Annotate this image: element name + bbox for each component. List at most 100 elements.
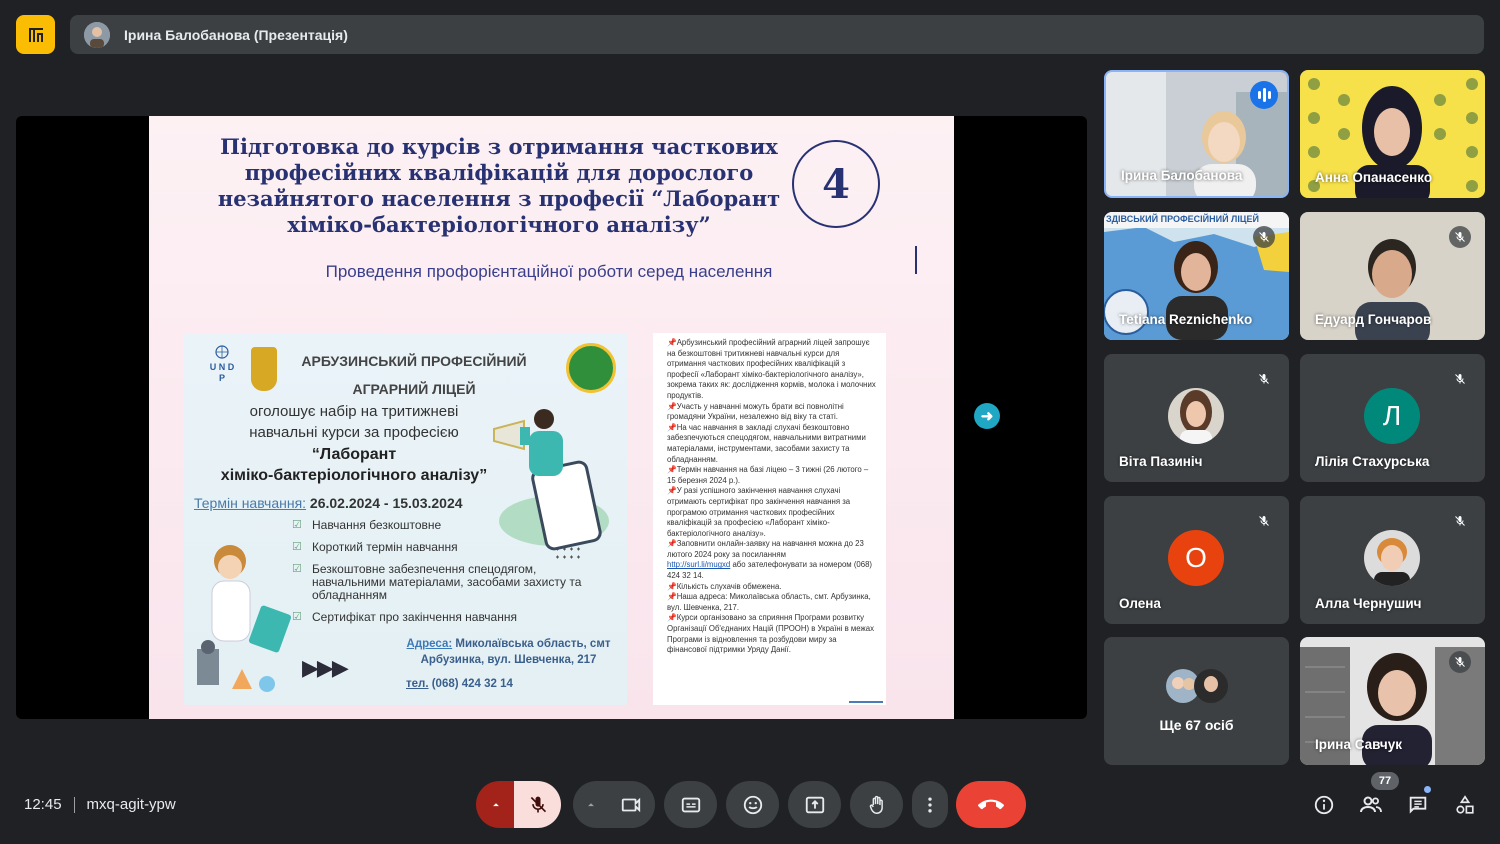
doc-paragraph: 📌На час навчання в закладі слухачі безко…	[667, 422, 866, 464]
slide-number: 4	[792, 140, 880, 228]
more-vert-icon	[928, 797, 932, 812]
arrows-icon: ▶▶▶	[302, 655, 349, 680]
video-options-button[interactable]	[573, 781, 609, 828]
participant-name: Ірина Савчук	[1315, 737, 1403, 752]
participant-avatar	[1193, 669, 1228, 703]
chevron-up-icon	[493, 802, 499, 806]
poster-tel-value: (068) 424 32 14	[428, 678, 513, 690]
pin-layout-button[interactable]	[16, 15, 55, 54]
poster-profession: “Лаборант хіміко-бактеріологічного аналі…	[194, 444, 514, 486]
poster-announce-line1: оголошує набір на тритижневі	[249, 403, 459, 420]
more-options-button[interactable]	[912, 781, 948, 828]
doc-link[interactable]: http://surl.li/mugxd	[667, 560, 730, 569]
participant-name: Ірина Балобанова	[1121, 168, 1243, 183]
mic-off-icon	[1253, 226, 1275, 248]
participant-tile[interactable]: Л Лілія Стахурська	[1300, 354, 1485, 482]
leave-call-button[interactable]	[956, 781, 1026, 828]
poster-tel-label: тел.	[406, 678, 429, 690]
chat-icon	[1409, 796, 1427, 814]
participant-name: Олена	[1119, 596, 1161, 611]
videocam-icon	[621, 797, 641, 812]
activities-icon	[1456, 795, 1474, 814]
participant-tile[interactable]: Ірина Савчук	[1300, 637, 1485, 765]
info-icon	[1314, 795, 1334, 815]
more-participants-label: Ще 67 осіб	[1159, 717, 1234, 733]
denmark-crest-icon	[251, 347, 277, 391]
chat-button[interactable]	[1405, 792, 1431, 818]
school-seal-icon	[566, 343, 616, 393]
slide-subtitle: Проведення профорієнтаційної роботи сере…	[325, 262, 773, 281]
meeting-details-button[interactable]	[1311, 792, 1337, 818]
chevron-up-icon	[588, 802, 594, 806]
doc-paragraph: 📌Курси організовано за сприяння Програми…	[667, 613, 874, 655]
doc-paragraph: 📌У разі успішного закінчення навчання сл…	[667, 486, 851, 538]
announcement-poster: U N D P АРБУЗИНСЬКИЙ ПРОФЕСІЙНИЙ АГРАРНИ…	[184, 333, 627, 705]
presentation-title-bar[interactable]: Ірина Балобанова (Презентація)	[70, 15, 1484, 54]
participant-tile[interactable]: Алла Чернушич	[1300, 496, 1485, 624]
activities-button[interactable]	[1452, 792, 1478, 818]
doc-paragraph: 📌Арбузинський професійний аграрний ліцей…	[667, 338, 876, 400]
raise-hand-button[interactable]	[850, 781, 903, 828]
doc-paragraph-link: http://surl.li/mugxd або зателефонувати …	[667, 560, 876, 581]
poster-school-line2: АГРАРНИЙ ЛІЦЕЙ	[352, 381, 476, 397]
mic-off-icon	[1449, 651, 1471, 673]
reactions-button[interactable]	[726, 781, 779, 828]
poster-school-name: АРБУЗИНСЬКИЙ ПРОФЕСІЙНИЙ АГРАРНИЙ ЛІЦЕЙ	[294, 347, 534, 403]
present-to-all-icon	[805, 796, 824, 813]
people-icon	[1360, 796, 1382, 813]
doc-paragraph: 📌Кількість слухачів обмежена.	[667, 581, 782, 591]
participant-name: Алла Чернушич	[1315, 596, 1422, 611]
participant-tile[interactable]: Анна Опанасенко	[1300, 70, 1485, 198]
participant-tile[interactable]: Ірина Балобанова	[1104, 70, 1289, 198]
meeting-info: 12:45 mxq-agit-ypw	[24, 796, 176, 813]
participant-tile[interactable]: Віта Пазиніч	[1104, 354, 1289, 482]
more-participants-tile[interactable]: Ще 67 осіб	[1104, 637, 1289, 765]
people-button[interactable]	[1358, 792, 1384, 818]
mic-off-icon	[1449, 368, 1471, 390]
separator	[73, 796, 75, 813]
doc-paragraph: 📌Наша адреса: Миколаївська область, смт.…	[667, 592, 871, 612]
mic-off-icon	[1449, 510, 1471, 532]
hand-icon	[869, 795, 883, 814]
poster-announce-line2: навчальні курси за професією	[249, 424, 459, 441]
presentation-stage: Підготовка до курсів з отримання частков…	[16, 116, 1087, 719]
call-end-icon	[978, 799, 1004, 809]
microphone-toggle-button[interactable]	[514, 781, 561, 828]
participant-name: Лілія Стахурська	[1315, 454, 1430, 469]
participant-banner: ЗДІВСЬКИЙ ПРОФЕСІЙНИЙ ЛІЦЕЙ	[1106, 214, 1259, 224]
mic-off-icon	[530, 796, 546, 812]
stacked-avatars	[1165, 669, 1228, 703]
poster-address: Адреса: Миколаївська область, смт Арбузи…	[396, 636, 621, 668]
poster-term: Термін навчання: 26.02.2024 - 15.03.2024	[194, 495, 463, 511]
camera-toggle-button[interactable]	[607, 781, 655, 828]
participant-tile[interactable]: О Олена	[1104, 496, 1289, 624]
megaphone-phone-illustration	[493, 409, 609, 551]
participant-avatar	[1168, 388, 1224, 444]
present-screen-button[interactable]	[788, 781, 841, 828]
participant-avatar: Л	[1364, 388, 1420, 444]
closed-captions-icon	[681, 797, 700, 812]
participant-tile[interactable]: Едуард Гончаров	[1300, 212, 1485, 340]
poster-profession-line2: хіміко-бактеріологічного аналізу”	[220, 467, 488, 484]
speaking-indicator-icon	[1250, 81, 1278, 109]
next-slide-arrow-icon[interactable]: ➜	[974, 403, 1000, 429]
doc-paragraph: 📌Термін навчання на базі ліцею – 3 тижні…	[667, 465, 869, 485]
bottom-control-bar: 12:45 mxq-agit-ypw 77	[0, 770, 1500, 844]
poster-term-value: 26.02.2024 - 15.03.2024	[306, 495, 463, 511]
poster-school-line1: АРБУЗИНСЬКИЙ ПРОФЕСІЙНИЙ	[301, 353, 527, 369]
captions-button[interactable]	[664, 781, 717, 828]
participant-tile[interactable]: ЗДІВСЬКИЙ ПРОФЕСІЙНИЙ ЛІЦЕЙ Tetiana Rezn…	[1104, 212, 1289, 340]
poster-term-label: Термін навчання:	[194, 495, 307, 511]
doc-paragraph: 📌Заповнити онлайн-заявку на навчання мож…	[667, 539, 864, 559]
scientist-illustration	[197, 545, 292, 692]
mic-off-icon	[1253, 510, 1275, 532]
poster-announce: оголошує набір на тритижневі навчальні к…	[214, 401, 494, 443]
current-time: 12:45	[24, 796, 62, 813]
presentation-title: Ірина Балобанова (Презентація)	[124, 26, 348, 43]
audio-options-button[interactable]	[476, 781, 516, 828]
meeting-code: mxq-agit-ypw	[86, 796, 176, 813]
slide-divider	[915, 246, 917, 274]
slide-title: Підготовка до курсів з отримання частков…	[217, 134, 781, 237]
top-bar: Ірина Балобанова (Презентація)	[0, 0, 1500, 70]
doc-paragraph: 📌Участь у навчанні можуть брати всі повн…	[667, 401, 844, 422]
